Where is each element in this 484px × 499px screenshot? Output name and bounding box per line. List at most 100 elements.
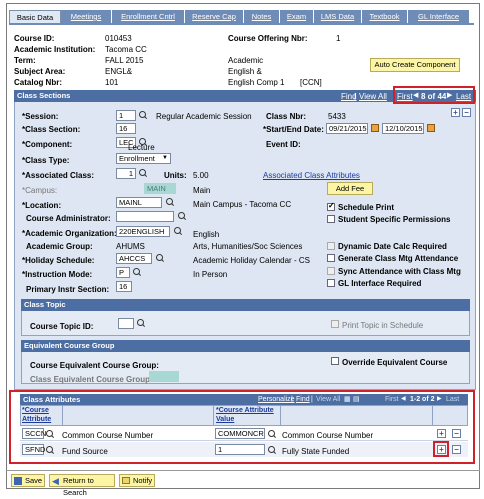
col-course-attr-value-1[interactable]: *Course Attribute	[216, 407, 274, 414]
end-date-input[interactable]: 12/10/2015	[382, 123, 424, 134]
associated-class-input[interactable]: 1	[116, 168, 136, 179]
associated-class-label: *Associated Class:	[22, 171, 95, 180]
col-course-attr-value-2[interactable]: Value	[216, 416, 234, 423]
instr-mode-input[interactable]: P	[116, 267, 130, 278]
tab-meetings[interactable]: Meetings	[61, 10, 112, 23]
attr-pager: 1-2 of 2	[410, 396, 435, 403]
class-equiv-group-label: Class Equivalent Course Group:	[30, 375, 153, 384]
floppy-icon	[14, 477, 22, 485]
view-window-icon[interactable]: ▦	[344, 395, 351, 403]
attr-value-lookup-icon[interactable]	[268, 446, 276, 454]
course-id-value: 010453	[105, 34, 132, 43]
student-specific-checkbox[interactable]	[327, 215, 335, 223]
primary-section-input[interactable]: 16	[116, 281, 132, 292]
auto-create-component-button[interactable]: Auto Create Component	[370, 58, 460, 72]
prev-arrow-icon[interactable]: ◀	[413, 91, 418, 99]
course-topic-input[interactable]	[118, 318, 134, 329]
tab-gl-interface[interactable]: GL Interface	[408, 10, 470, 23]
next-arrow-icon[interactable]: ▶	[447, 91, 452, 99]
acad-group-desc: Arts, Humanities/Soc Sciences	[193, 242, 303, 251]
attr-value-lookup-icon[interactable]	[268, 430, 276, 438]
location-input[interactable]: MAINL	[116, 197, 162, 208]
attr-first-link[interactable]: First	[385, 396, 399, 403]
offering-value: 1	[336, 34, 341, 43]
delete-attr-row-icon[interactable]: −	[452, 445, 461, 454]
schedule-print-checkbox[interactable]	[327, 201, 335, 211]
class-sections-view-all-link[interactable]: View All	[359, 92, 387, 101]
first-link[interactable]: First	[397, 92, 413, 101]
tab-textbook[interactable]: Textbook	[362, 10, 408, 23]
tab-reserve-cap[interactable]: Reserve Cap	[185, 10, 244, 23]
start-date-calendar-icon[interactable]	[371, 124, 379, 132]
generate-mtg-checkbox[interactable]	[327, 254, 335, 262]
save-button[interactable]: Save	[11, 474, 45, 487]
units-label: Units:	[164, 171, 187, 180]
attr-next-icon[interactable]: ▶	[437, 395, 442, 402]
attr-code-input[interactable]: SCCN	[22, 428, 46, 439]
instr-mode-desc: In Person	[193, 270, 228, 279]
end-date-calendar-icon[interactable]	[427, 124, 435, 132]
sync-attendance-checkbox[interactable]	[327, 267, 335, 275]
location-lookup-icon[interactable]	[166, 198, 174, 206]
class-type-select[interactable]: Enrollment ▼	[116, 153, 171, 164]
override-equiv-checkbox[interactable]	[331, 357, 339, 365]
tab-basic-data[interactable]: Basic Data	[9, 10, 61, 23]
print-topic-checkbox[interactable]	[331, 320, 339, 328]
delete-row-icon[interactable]: −	[462, 108, 471, 117]
add-attr-row-icon[interactable]: +	[437, 429, 446, 438]
tab-enrollment-cntrl[interactable]: Enrollment Cntrl	[112, 10, 185, 23]
units-value: 5.00	[193, 171, 209, 180]
holiday-lookup-icon[interactable]	[156, 254, 164, 262]
session-input[interactable]: 1	[116, 110, 136, 121]
instr-mode-lookup-icon[interactable]	[133, 268, 141, 276]
holiday-input[interactable]: AHCCS	[116, 253, 152, 264]
personalize-link[interactable]: Personalize	[258, 396, 295, 403]
associated-class-lookup-icon[interactable]	[139, 169, 147, 177]
campus-value: MAIN	[144, 183, 176, 194]
add-row-icon[interactable]: +	[451, 108, 460, 117]
attr-code-lookup-icon[interactable]	[46, 430, 54, 438]
catalog-label: Catalog Nbr:	[14, 78, 62, 87]
gl-interface-checkbox[interactable]	[327, 279, 335, 287]
add-fee-button[interactable]: Add Fee	[327, 182, 373, 195]
campus-label: *Campus:	[22, 186, 58, 195]
session-lookup-icon[interactable]	[139, 111, 147, 119]
add-attr-row-icon[interactable]: +	[437, 445, 446, 454]
acad-group-value: AHUMS	[116, 242, 145, 251]
primary-section-label: Primary Instr Section:	[26, 285, 110, 294]
notify-button[interactable]: Notify	[119, 474, 155, 487]
attr-desc: Fund Source	[62, 447, 108, 456]
last-link[interactable]: Last	[456, 92, 471, 101]
attr-value-input[interactable]: 1	[215, 444, 265, 455]
start-date-input[interactable]: 09/21/2015	[326, 123, 368, 134]
student-specific-label: Student Specific Permissions	[338, 215, 451, 224]
col-course-attribute-1[interactable]: *Course	[22, 407, 49, 414]
associated-class-attributes-link[interactable]: Associated Class Attributes	[263, 171, 360, 180]
attr-view-all-link[interactable]: View All	[316, 396, 340, 403]
delete-attr-row-icon[interactable]: −	[452, 429, 461, 438]
attr-prev-icon[interactable]: ◀	[401, 395, 406, 402]
attr-last-link[interactable]: Last	[446, 396, 459, 403]
return-to-search-button[interactable]: ◀ Return to Search	[49, 474, 115, 497]
acad-org-lookup-icon[interactable]	[174, 227, 182, 235]
acad-org-label: *Academic Organization:	[22, 229, 117, 238]
tab-lms-data[interactable]: LMS Data	[314, 10, 362, 23]
offering-label: Course Offering Nbr:	[228, 34, 308, 43]
attr-find-link[interactable]: Find	[296, 396, 310, 403]
attr-value-input[interactable]: COMMONCRS	[215, 428, 265, 439]
course-topic-lookup-icon[interactable]	[137, 319, 145, 327]
tab-notes[interactable]: Notes	[244, 10, 280, 23]
tab-exam[interactable]: Exam	[280, 10, 314, 23]
download-grid-icon[interactable]: ▤	[353, 395, 360, 403]
course-admin-input[interactable]	[116, 211, 174, 222]
location-label: *Location:	[22, 201, 62, 210]
acad-org-input[interactable]: 220ENGLISH	[116, 226, 170, 237]
dynamic-date-checkbox[interactable]	[327, 242, 335, 250]
institution-value: Tacoma CC	[105, 45, 147, 54]
class-section-input[interactable]: 16	[116, 123, 136, 134]
col-course-attribute-2[interactable]: Attribute	[22, 416, 51, 423]
course-admin-lookup-icon[interactable]	[178, 212, 186, 220]
attr-code-input[interactable]: SFND	[22, 444, 45, 455]
attr-code-lookup-icon[interactable]	[46, 446, 54, 454]
component-desc: Lecture	[128, 143, 155, 152]
